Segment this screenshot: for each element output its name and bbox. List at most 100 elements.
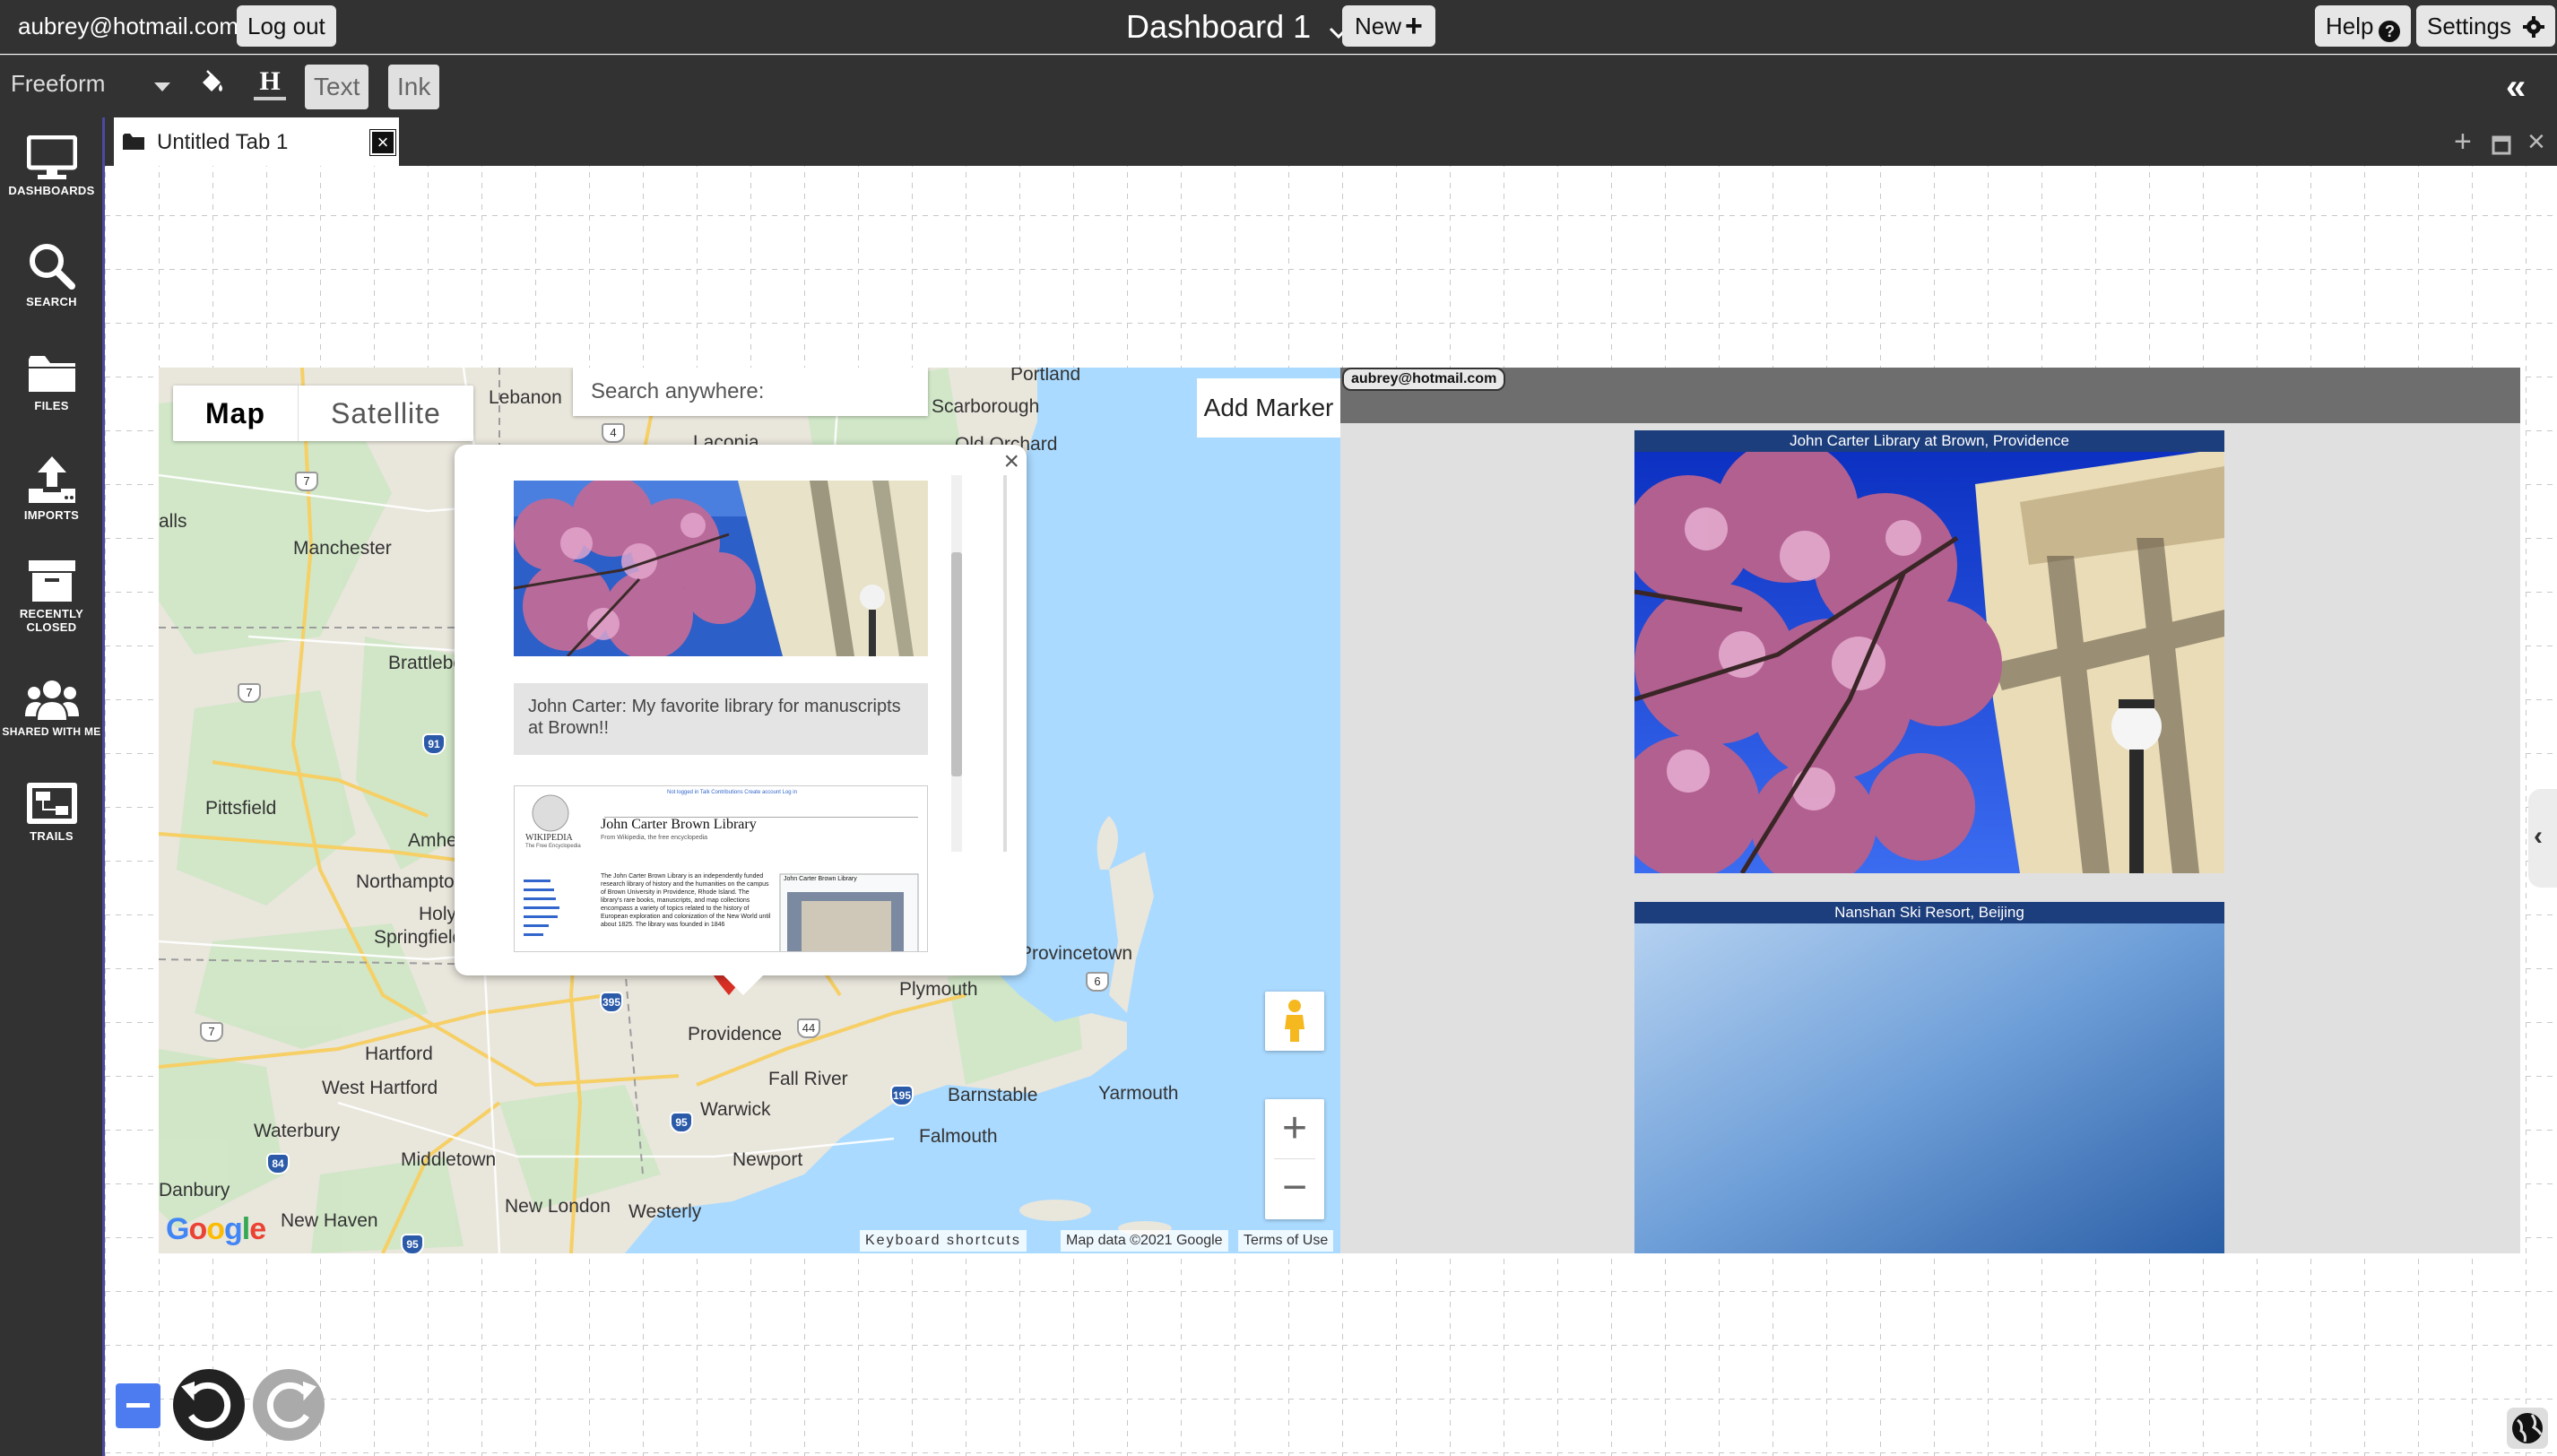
tool-bar: Freeform H Text Ink « — [0, 55, 2557, 117]
sidebar-item-label: IMPORTS — [23, 508, 80, 522]
document-collection-panel[interactable]: aubrey@hotmail.com John Carter Library a… — [1340, 368, 2520, 1253]
right-panel-toggle[interactable]: ‹ — [2528, 789, 2557, 888]
route-shield: 7 — [295, 472, 318, 491]
heading-icon[interactable]: H — [254, 66, 286, 100]
users-icon — [24, 680, 79, 720]
zoom-out-button[interactable]: − — [1265, 1158, 1324, 1218]
wiki-logo: WIKIPEDIA — [525, 833, 573, 843]
route-shield: 91 — [422, 733, 446, 755]
map-view[interactable]: Portland Lebanon Scarborough Laconia Old… — [159, 368, 1340, 1253]
close-popup-icon[interactable]: × — [1003, 446, 1019, 477]
map-type-control: Map Satellite — [173, 386, 473, 441]
sidebar-item-shared-with-me[interactable]: SHARED WITH ME — [0, 679, 103, 739]
help-button[interactable]: Help? — [2315, 5, 2412, 47]
sidebar-item-recently-closed[interactable]: RECENTLY CLOSED — [0, 559, 103, 634]
popup-outer-scrollbar[interactable] — [1003, 475, 1007, 852]
new-button[interactable]: New + — [1342, 5, 1435, 47]
route-shield: 7 — [200, 1022, 223, 1042]
popup-caption: John Carter: My favorite library for man… — [514, 683, 928, 755]
collapse-icon[interactable]: « — [2506, 69, 2526, 105]
redo-button[interactable] — [253, 1369, 325, 1441]
keyboard-shortcuts-link[interactable]: Keyboard shortcuts — [860, 1230, 1027, 1252]
map-label: Scarborough — [932, 396, 1040, 417]
ski-resort-photo[interactable] — [1634, 902, 2224, 1253]
tab-bar: Untitled Tab 1 × + × — [105, 117, 2557, 166]
wiki-top-links: Not logged in Talk Contributions Create … — [667, 790, 797, 795]
chevron-left-icon: ‹ — [2534, 821, 2543, 851]
image-card[interactable]: Nanshan Ski Resort, Beijing — [1634, 902, 2224, 1253]
map-type-map-button[interactable]: Map — [173, 386, 299, 441]
maximize-icon[interactable] — [2492, 130, 2511, 160]
wikipedia-preview[interactable]: WIKIPEDIA The Free Encyclopedia Not logg… — [514, 785, 928, 952]
zoom-out-canvas-button[interactable] — [116, 1383, 160, 1428]
sidebar-item-imports[interactable]: IMPORTS — [0, 455, 103, 522]
sidebar-item-label-2: CLOSED — [26, 620, 77, 634]
settings-label: Settings — [2427, 13, 2511, 39]
map-search-input[interactable]: Search anywhere: — [573, 368, 928, 416]
sidebar-item-trails[interactable]: TRAILS — [0, 781, 103, 843]
new-label: New — [1355, 13, 1402, 39]
map-label: New Haven — [281, 1210, 378, 1231]
zoom-control: + − — [1265, 1099, 1324, 1219]
street-view-pegman-icon[interactable] — [1265, 992, 1324, 1051]
route-shield: 44 — [797, 1018, 820, 1038]
logout-button[interactable]: Log out — [237, 5, 336, 47]
terms-of-use-link[interactable]: Terms of Use — [1238, 1230, 1334, 1252]
undo-button[interactable] — [173, 1369, 245, 1441]
settings-button[interactable]: Settings — [2416, 5, 2556, 50]
route-shield: 95 — [670, 1112, 693, 1133]
question-icon: ? — [2379, 21, 2401, 42]
map-label: Pittsfield — [205, 798, 277, 819]
map-label: Hartford — [365, 1044, 433, 1064]
text-tool-button[interactable]: Text — [305, 65, 369, 109]
add-tab-icon[interactable]: + — [2454, 126, 2472, 157]
map-label: Northampton — [356, 871, 465, 892]
user-email: aubrey@hotmail.com — [18, 13, 239, 39]
plus-icon: + — [1405, 9, 1423, 43]
library-photo[interactable] — [1634, 430, 2224, 873]
map-label: alls — [159, 511, 187, 532]
image-card[interactable]: John Carter Library at Brown, Providence — [1634, 430, 2224, 873]
sidebar-item-dashboards[interactable]: DASHBOARDS — [0, 135, 103, 197]
map-label: Waterbury — [254, 1121, 341, 1141]
map-label: Yarmouth — [1098, 1083, 1179, 1104]
image-card-title: John Carter Library at Brown, Providence — [1634, 430, 2224, 452]
sidebar-item-label: RECENTLY — [19, 607, 84, 620]
map-label: Providence — [688, 1024, 783, 1044]
upload-icon — [28, 456, 75, 503]
sidebar-item-label: SHARED WITH ME — [2, 725, 101, 738]
map-label: Westerly — [628, 1201, 702, 1222]
wiki-body: The John Carter Brown Library is an inde… — [601, 873, 771, 928]
paint-bucket-icon[interactable] — [199, 70, 226, 101]
add-marker-button[interactable]: Add Marker — [1197, 378, 1340, 438]
tab-untitled-1[interactable]: Untitled Tab 1 × — [114, 117, 399, 166]
map-type-satellite-button[interactable]: Satellite — [299, 386, 473, 441]
close-tab-icon[interactable]: × — [369, 129, 396, 156]
popup-photo[interactable] — [514, 481, 928, 656]
wiki-logo-sub: The Free Encyclopedia — [525, 844, 581, 849]
scrollbar-thumb[interactable] — [951, 552, 962, 776]
popup-scrollbar[interactable] — [951, 475, 962, 852]
route-shield: 395 — [600, 992, 623, 1013]
google-logo: Google — [166, 1212, 266, 1246]
archive-icon — [28, 560, 75, 602]
map-label: Fall River — [768, 1069, 848, 1089]
map-label: New London — [505, 1196, 611, 1217]
sidebar-item-files[interactable]: FILES — [0, 352, 103, 412]
globe-icon[interactable] — [2507, 1408, 2548, 1449]
map-label: Provincetown — [1019, 943, 1133, 964]
close-icon[interactable]: × — [2527, 126, 2545, 157]
panel-header[interactable] — [1340, 368, 2520, 423]
map-label: Springfield — [374, 927, 464, 948]
mode-select[interactable]: Freeform — [11, 70, 105, 98]
zoom-in-button[interactable]: + — [1265, 1099, 1324, 1158]
sidebar-item-search[interactable]: SEARCH — [0, 241, 103, 308]
dashboard-title[interactable]: Dashboard 1 — [1126, 7, 1348, 48]
gear-icon — [2523, 9, 2545, 50]
help-label: Help — [2326, 13, 2374, 39]
dropdown-arrow-icon[interactable] — [154, 82, 170, 91]
route-shield: 6 — [1086, 972, 1109, 992]
ink-tool-button[interactable]: Ink — [388, 65, 440, 109]
map-label: Newport — [732, 1149, 803, 1170]
route-shield: 4 — [602, 423, 625, 443]
